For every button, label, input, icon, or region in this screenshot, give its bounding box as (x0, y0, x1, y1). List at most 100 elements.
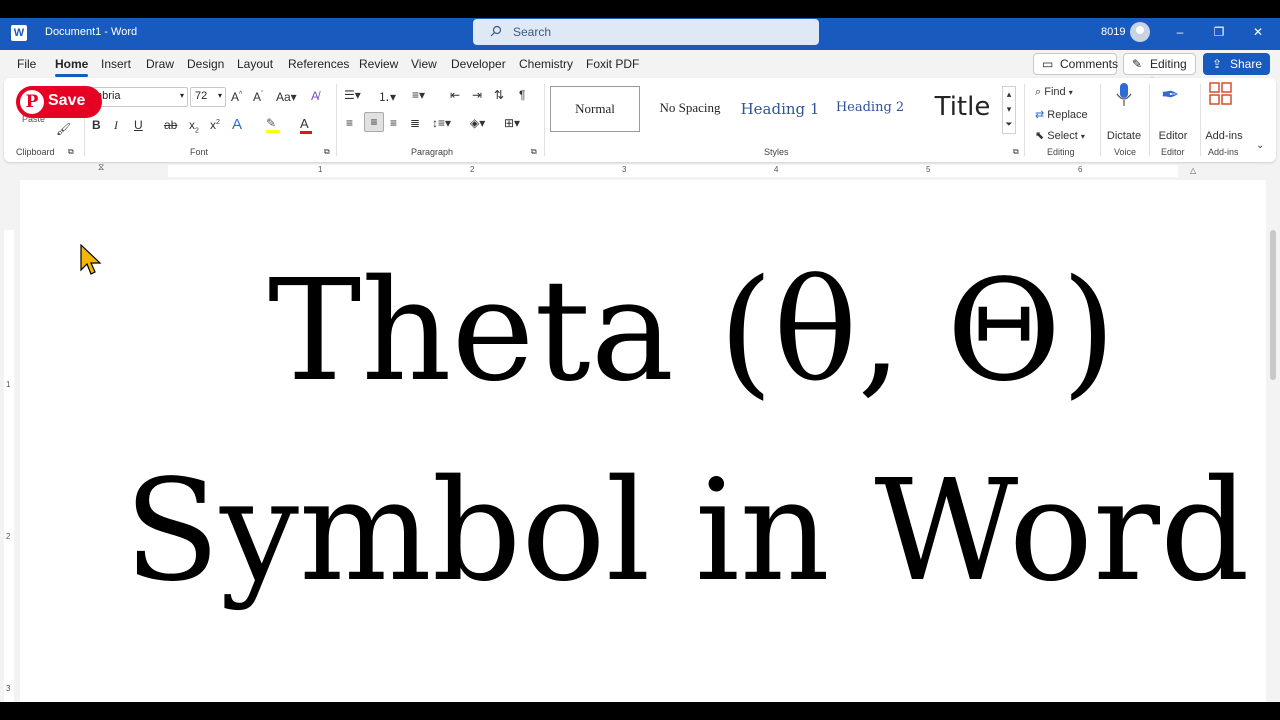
paragraph-group-label: Paragraph (411, 147, 454, 157)
bullets-icon[interactable]: ☰▾ (344, 88, 361, 102)
search-placeholder: Search (513, 25, 552, 39)
vertical-scrollbar[interactable] (1266, 180, 1280, 702)
bold-icon[interactable]: B (92, 118, 101, 132)
superscript-icon[interactable]: x2 (210, 118, 220, 132)
font-size-box[interactable]: 72 ▾ (190, 87, 226, 107)
highlight-icon[interactable]: ✎ (266, 116, 280, 133)
document-page[interactable]: Theta (θ, Θ) Symbol in Word (20, 180, 1266, 702)
ribbon-tabs: File Home Insert Draw Design Layout Refe… (0, 50, 1280, 84)
decrease-indent-icon[interactable]: ⇤ (450, 88, 460, 102)
tab-foxit-pdf[interactable]: Foxit PDF (586, 57, 639, 71)
tab-developer[interactable]: Developer (451, 57, 506, 71)
tab-references[interactable]: References (288, 57, 349, 71)
tab-insert[interactable]: Insert (101, 57, 131, 71)
comments-label: Comments (1060, 57, 1119, 71)
collapse-ribbon-icon[interactable]: ⌄ (1256, 140, 1264, 151)
user-id: 8019 (1101, 26, 1126, 38)
tab-chemistry[interactable]: Chemistry (519, 57, 573, 71)
editor-icon[interactable]: ✒ (1161, 82, 1179, 108)
change-case-icon[interactable]: Aa▾ (276, 90, 297, 104)
share-button[interactable]: ⇪ Share ▾ (1203, 53, 1270, 84)
grow-font-icon[interactable]: A^ (231, 90, 242, 104)
dialog-launcher-icon[interactable]: ⧉ (324, 147, 330, 157)
chevron-down-icon: ▾ (179, 91, 184, 100)
font-name-box[interactable]: mbria ▾ (88, 87, 188, 107)
styles-scroll-icon[interactable]: ▴ ▾ ⏷ (1002, 86, 1016, 134)
right-indent-marker-icon[interactable]: △ (1190, 166, 1196, 175)
addins-icon[interactable] (1209, 82, 1233, 109)
align-left-icon[interactable]: ≡ (346, 116, 353, 130)
select-label: Select (1047, 130, 1078, 142)
increase-indent-icon[interactable]: ⇥ (472, 88, 482, 102)
addins-button[interactable]: Add-ins (1202, 130, 1246, 142)
clear-formatting-icon[interactable]: A̸ (311, 89, 319, 103)
tab-home[interactable]: Home (55, 57, 89, 77)
editing-mode-button[interactable]: ✎ Editing ▾ (1123, 53, 1196, 84)
dialog-launcher-icon[interactable]: ⧉ (68, 147, 74, 157)
underline-icon[interactable]: U (134, 118, 143, 132)
search-box[interactable]: Search (473, 19, 819, 45)
style-heading-2[interactable]: Heading 2 (825, 86, 915, 132)
scroll-thumb[interactable] (1270, 230, 1276, 380)
restore-button[interactable]: ❐ (1209, 22, 1229, 42)
ruler-number: 6 (1078, 165, 1083, 174)
replace-button[interactable]: ⇄ Replace (1035, 108, 1088, 121)
align-center-icon[interactable]: ≡ (364, 112, 384, 132)
vruler-number: 3 (6, 684, 11, 693)
numbering-icon[interactable]: ⒈▾ (378, 88, 396, 105)
tab-draw[interactable]: Draw (146, 57, 174, 71)
ruler-number: 5 (926, 165, 931, 174)
editor-button[interactable]: Editor (1155, 130, 1191, 142)
line-spacing-icon[interactable]: ↕≡▾ (432, 116, 451, 130)
style-title[interactable]: Title (915, 86, 1010, 132)
share-label: Share (1230, 57, 1263, 71)
comments-button[interactable]: ▭ Comments (1033, 53, 1119, 75)
avatar[interactable] (1130, 22, 1150, 42)
style-no-spacing[interactable]: No Spacing (645, 86, 735, 132)
align-right-icon[interactable]: ≡ (390, 116, 397, 130)
divider (1024, 84, 1025, 156)
pinterest-save-label: Save (48, 92, 86, 109)
tab-file[interactable]: File (17, 57, 36, 71)
sort-icon[interactable]: ⇅ (494, 88, 504, 102)
microphone-icon[interactable] (1116, 82, 1132, 111)
style-normal[interactable]: Normal (550, 86, 640, 132)
vertical-ruler[interactable]: 1 2 3 (2, 180, 16, 702)
dictate-button[interactable]: Dictate (1106, 130, 1142, 142)
tab-design[interactable]: Design (187, 57, 224, 71)
style-heading-1[interactable]: Heading 1 (735, 86, 825, 132)
tab-review[interactable]: Review (359, 57, 398, 71)
show-formatting-icon[interactable]: ¶ (519, 88, 525, 102)
addins-group-label: Add-ins (1208, 147, 1239, 157)
close-button[interactable]: ✕ (1248, 22, 1268, 42)
font-color-icon[interactable]: A (300, 116, 312, 134)
borders-icon[interactable]: ⊞▾ (504, 116, 520, 130)
justify-icon[interactable]: ≣ (410, 116, 420, 130)
text-effects-icon[interactable]: A (232, 116, 242, 133)
tab-layout[interactable]: Layout (237, 57, 273, 71)
mouse-cursor-icon (80, 243, 102, 281)
strikethrough-icon[interactable]: ab (164, 118, 177, 132)
horizontal-ruler[interactable]: 1 2 3 4 5 6 ⧖ △ (20, 162, 1260, 178)
shrink-font-icon[interactable]: Aˇ (253, 90, 263, 104)
multilevel-list-icon[interactable]: ≡▾ (412, 88, 425, 102)
format-painter-icon[interactable]: 🖌 (56, 122, 71, 136)
dialog-launcher-icon[interactable]: ⧉ (531, 147, 537, 157)
chevron-down-icon: ▾ (1080, 132, 1085, 141)
pinterest-save-button[interactable]: P Save (16, 86, 102, 118)
tab-view[interactable]: View (411, 57, 437, 71)
ribbon: Paste 🖌 Clipboard ⧉ mbria ▾ 72 ▾ A^ Aˇ A… (4, 78, 1276, 162)
dialog-launcher-icon[interactable]: ⧉ (1013, 147, 1019, 157)
italic-icon[interactable]: I (114, 118, 118, 133)
subscript-icon[interactable]: x2 (189, 118, 199, 134)
find-button[interactable]: ⌕ Find ▾ (1035, 86, 1073, 99)
indent-marker-icon[interactable]: ⧖ (98, 162, 104, 173)
vruler-number: 2 (6, 532, 11, 541)
comment-icon: ▭ (1042, 57, 1054, 71)
select-button[interactable]: ⬉ Select ▾ (1035, 129, 1085, 142)
shading-icon[interactable]: ◈▾ (470, 116, 485, 130)
find-label: Find (1044, 86, 1066, 98)
voice-group-label: Voice (1114, 147, 1137, 157)
font-group-label: Font (190, 147, 209, 157)
minimize-button[interactable]: – (1170, 22, 1190, 42)
